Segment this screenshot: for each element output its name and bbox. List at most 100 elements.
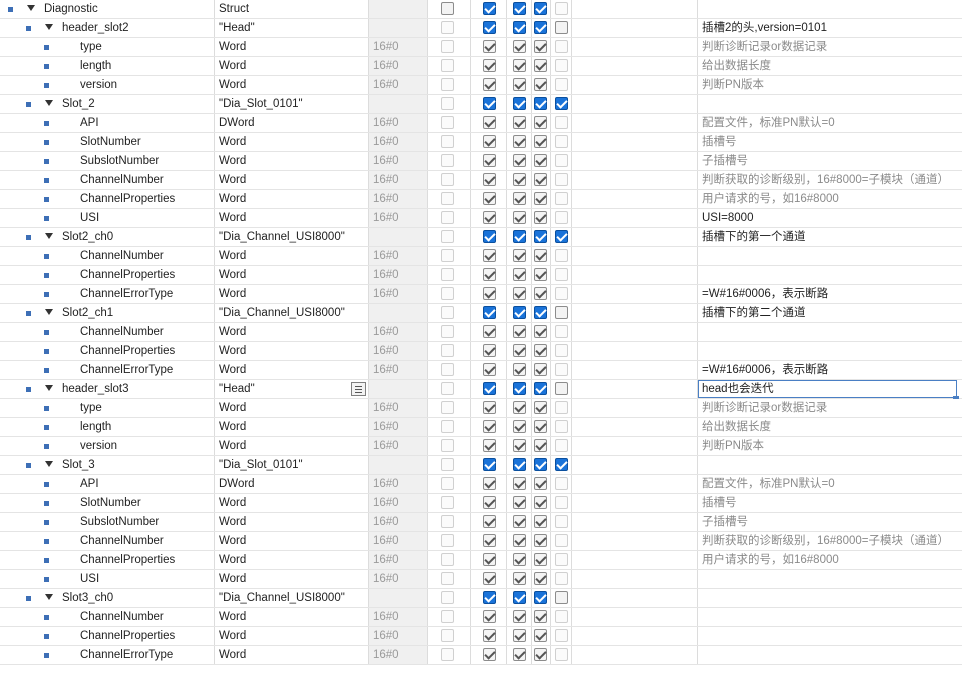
table-row[interactable]: USI Word 16#0: [0, 570, 962, 589]
hmi-visible-checkbox[interactable]: [534, 477, 547, 490]
data-type-cell[interactable]: Word: [215, 266, 368, 284]
setpoint-checkbox[interactable]: [555, 211, 568, 224]
retain-checkbox[interactable]: [441, 268, 454, 281]
table-row[interactable]: SubslotNumber Word 16#0 子插槽号: [0, 152, 962, 171]
comment-cell[interactable]: 插槽号: [698, 494, 962, 512]
data-type-cell[interactable]: Word: [215, 570, 368, 588]
setpoint-checkbox[interactable]: [555, 249, 568, 262]
setpoint-checkbox[interactable]: [555, 325, 568, 338]
table-row[interactable]: version Word 16#0 判断PN版本: [0, 437, 962, 456]
hmi-writable-checkbox[interactable]: [513, 21, 526, 34]
name-cell[interactable]: version: [0, 437, 214, 455]
retain-checkbox[interactable]: [441, 249, 454, 262]
name-cell[interactable]: Diagnostic: [0, 0, 214, 18]
table-row[interactable]: type Word 16#0 判断诊断记录or数据记录: [0, 38, 962, 57]
hmi-writable-checkbox[interactable]: [513, 496, 526, 509]
hmi-visible-checkbox[interactable]: [534, 325, 547, 338]
setpoint-checkbox[interactable]: [555, 2, 568, 15]
hmi-writable-checkbox[interactable]: [513, 610, 526, 623]
data-type-cell[interactable]: Word: [215, 437, 368, 455]
comment-cell[interactable]: 判断PN版本: [698, 76, 962, 94]
table-row[interactable]: ChannelErrorType Word 16#0 =W#16#0006，表示断路: [0, 285, 962, 304]
hmi-accessible-checkbox[interactable]: [483, 382, 496, 395]
name-cell[interactable]: header_slot2: [0, 19, 214, 37]
hmi-visible-checkbox[interactable]: [534, 21, 547, 34]
hmi-visible-checkbox[interactable]: [534, 249, 547, 262]
setpoint-checkbox[interactable]: [555, 439, 568, 452]
comment-cell[interactable]: 给出数据长度: [698, 418, 962, 436]
data-type-cell[interactable]: Word: [215, 342, 368, 360]
retain-checkbox[interactable]: [441, 116, 454, 129]
retain-checkbox[interactable]: [441, 211, 454, 224]
setpoint-checkbox[interactable]: [555, 553, 568, 566]
retain-checkbox[interactable]: [441, 382, 454, 395]
retain-checkbox[interactable]: [441, 192, 454, 205]
retain-checkbox[interactable]: [441, 363, 454, 376]
name-cell[interactable]: SubslotNumber: [0, 152, 214, 170]
hmi-writable-checkbox[interactable]: [513, 477, 526, 490]
name-cell[interactable]: ChannelProperties: [0, 551, 214, 569]
retain-checkbox[interactable]: [441, 78, 454, 91]
comment-cell[interactable]: 插槽下的第一个通道: [698, 228, 962, 246]
retain-checkbox[interactable]: [441, 420, 454, 433]
name-cell[interactable]: ChannelNumber: [0, 323, 214, 341]
expand-arrow-icon[interactable]: [27, 5, 35, 11]
data-type-cell[interactable]: "Dia_Slot_0101": [215, 456, 368, 474]
comment-cell[interactable]: [698, 589, 962, 607]
name-cell[interactable]: ChannelProperties: [0, 627, 214, 645]
hmi-visible-checkbox[interactable]: [534, 648, 547, 661]
table-row[interactable]: SubslotNumber Word 16#0 子插槽号: [0, 513, 962, 532]
name-cell[interactable]: ChannelErrorType: [0, 361, 214, 379]
name-cell[interactable]: ChannelNumber: [0, 608, 214, 626]
hmi-visible-checkbox[interactable]: [534, 40, 547, 53]
hmi-visible-checkbox[interactable]: [534, 97, 547, 110]
hmi-visible-checkbox[interactable]: [534, 553, 547, 566]
comment-cell[interactable]: 判断诊断记录or数据记录: [698, 38, 962, 56]
hmi-writable-checkbox[interactable]: [513, 382, 526, 395]
hmi-accessible-checkbox[interactable]: [483, 97, 496, 110]
setpoint-checkbox[interactable]: [555, 629, 568, 642]
hmi-writable-checkbox[interactable]: [513, 40, 526, 53]
data-type-cell[interactable]: Word: [215, 57, 368, 75]
data-type-cell[interactable]: Word: [215, 361, 368, 379]
hmi-accessible-checkbox[interactable]: [483, 515, 496, 528]
comment-cell[interactable]: USI=8000: [698, 209, 962, 227]
hmi-writable-checkbox[interactable]: [513, 230, 526, 243]
hmi-accessible-checkbox[interactable]: [483, 572, 496, 585]
data-type-cell[interactable]: Word: [215, 608, 368, 626]
hmi-accessible-checkbox[interactable]: [483, 401, 496, 414]
hmi-accessible-checkbox[interactable]: [483, 610, 496, 623]
data-type-cell[interactable]: Word: [215, 494, 368, 512]
name-cell[interactable]: ChannelProperties: [0, 342, 214, 360]
hmi-visible-checkbox[interactable]: [534, 78, 547, 91]
hmi-visible-checkbox[interactable]: [534, 572, 547, 585]
comment-cell[interactable]: [698, 646, 962, 664]
setpoint-checkbox[interactable]: [555, 21, 568, 34]
name-cell[interactable]: ChannelNumber: [0, 171, 214, 189]
hmi-accessible-checkbox[interactable]: [483, 325, 496, 338]
hmi-writable-checkbox[interactable]: [513, 439, 526, 452]
hmi-accessible-checkbox[interactable]: [483, 59, 496, 72]
hmi-accessible-checkbox[interactable]: [483, 2, 496, 15]
retain-checkbox[interactable]: [441, 439, 454, 452]
comment-cell[interactable]: [698, 247, 962, 265]
table-row[interactable]: ChannelNumber Word 16#0: [0, 608, 962, 627]
name-cell[interactable]: version: [0, 76, 214, 94]
hmi-visible-checkbox[interactable]: [534, 420, 547, 433]
hmi-visible-checkbox[interactable]: [534, 629, 547, 642]
hmi-visible-checkbox[interactable]: [534, 306, 547, 319]
hmi-writable-checkbox[interactable]: [513, 154, 526, 167]
table-row[interactable]: API DWord 16#0 配置文件，标准PN默认=0: [0, 114, 962, 133]
retain-checkbox[interactable]: [441, 325, 454, 338]
table-row[interactable]: header_slot3 "Head" head也会迭代: [0, 380, 962, 399]
data-type-cell[interactable]: Word: [215, 285, 368, 303]
hmi-accessible-checkbox[interactable]: [483, 363, 496, 376]
hmi-writable-checkbox[interactable]: [513, 2, 526, 15]
name-cell[interactable]: length: [0, 57, 214, 75]
setpoint-checkbox[interactable]: [555, 648, 568, 661]
hmi-writable-checkbox[interactable]: [513, 211, 526, 224]
setpoint-checkbox[interactable]: [555, 268, 568, 281]
hmi-writable-checkbox[interactable]: [513, 534, 526, 547]
hmi-writable-checkbox[interactable]: [513, 629, 526, 642]
data-type-cell[interactable]: Word: [215, 38, 368, 56]
